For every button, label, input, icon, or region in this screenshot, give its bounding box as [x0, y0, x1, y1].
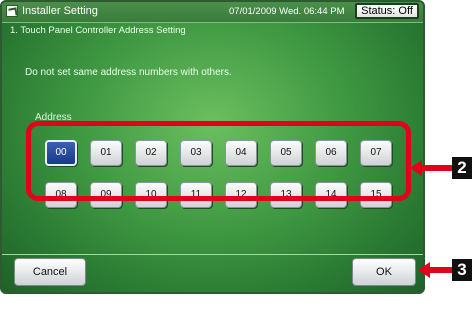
instruction-note: Do not set same address numbers with oth…	[25, 67, 232, 78]
address-grid-highlight	[26, 121, 411, 201]
ok-button[interactable]: OK	[352, 258, 416, 286]
footer-divider	[2, 254, 423, 255]
callout-arrow-3	[418, 262, 452, 278]
status-button[interactable]: Status: Off	[355, 3, 419, 19]
window-title: Installer Setting	[22, 5, 98, 17]
installer-setting-panel: Installer Setting 07/01/2009 Wed. 06:44 …	[0, 0, 425, 294]
callout-badge-2: 2	[452, 157, 472, 179]
arrow-shaft	[421, 165, 452, 171]
section-heading: 1. Touch Panel Controller Address Settin…	[10, 25, 186, 36]
edit-icon	[6, 5, 18, 17]
callout-badge-3: 3	[452, 259, 472, 281]
datetime-display: 07/01/2009 Wed. 06:44 PM	[229, 6, 345, 17]
arrow-shaft	[429, 267, 452, 273]
cancel-button[interactable]: Cancel	[14, 258, 86, 286]
callout-arrow-2	[410, 160, 452, 176]
title-bar: Installer Setting 07/01/2009 Wed. 06:44 …	[2, 2, 423, 23]
